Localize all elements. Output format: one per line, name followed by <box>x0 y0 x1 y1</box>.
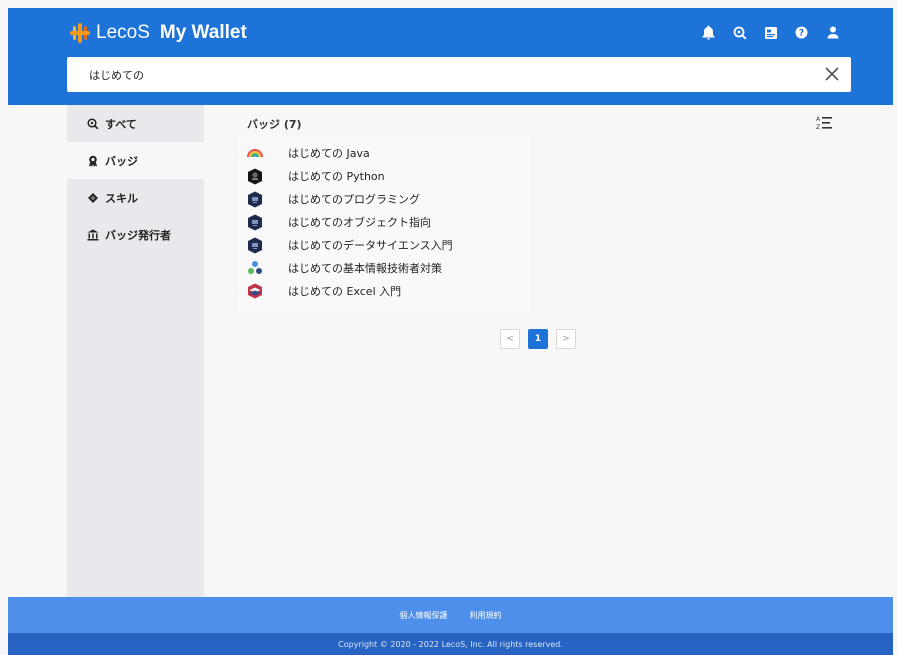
search-bar <box>67 57 851 92</box>
list-item[interactable]: はじめての Excel 入門 <box>246 280 401 302</box>
help-icon[interactable]: ? <box>793 24 810 41</box>
brand-name: LecoS <box>96 22 150 43</box>
list-item[interactable]: はじめての Java <box>246 142 370 164</box>
footer-links: 個人情報保護 利用規約 <box>8 597 893 633</box>
badge-label: はじめてのプログラミング <box>288 193 420 206</box>
prev-page-button[interactable]: < <box>500 329 520 349</box>
sidebar: すべて バッジ スキル バッジ発行者 <box>67 105 204 597</box>
list-item[interactable]: はじめてのオブジェクト指向 <box>246 211 431 233</box>
svg-text:A: A <box>816 116 821 123</box>
bell-icon[interactable] <box>700 24 717 41</box>
app-title: My Wallet <box>159 22 247 43</box>
badge-label: はじめての基本情報技術者対策 <box>288 262 442 275</box>
sidebar-item-issuers[interactable]: バッジ発行者 <box>67 216 204 253</box>
user-icon[interactable] <box>824 24 841 41</box>
list-item[interactable]: はじめての Python <box>246 165 385 187</box>
search-input[interactable] <box>89 57 789 92</box>
footer-copyright: Copyright © 2020 - 2022 LecoS, Inc. All … <box>8 633 893 655</box>
badge-label: はじめてのデータサイエンス入門 <box>288 239 453 252</box>
privacy-link[interactable]: 個人情報保護 <box>400 610 448 621</box>
python-badge-icon <box>246 168 263 185</box>
search-icon <box>87 117 99 129</box>
badge-label: はじめての Python <box>288 170 385 183</box>
logo[interactable]: LecoS My Wallet <box>70 22 247 44</box>
sidebar-item-label: バッジ発行者 <box>105 228 171 242</box>
svg-text:Z: Z <box>816 124 820 131</box>
svg-text:?: ? <box>799 29 804 39</box>
navy-badge-icon <box>246 191 263 208</box>
sidebar-item-badges[interactable]: バッジ <box>67 142 204 179</box>
sidebar-item-all[interactable]: すべて <box>67 105 204 142</box>
sort-icon[interactable]: AZ <box>816 115 834 131</box>
people-icon <box>246 260 263 277</box>
sidebar-item-label: すべて <box>105 117 137 131</box>
layered-shield-icon <box>246 283 263 300</box>
list-item[interactable]: はじめてのプログラミング <box>246 188 420 210</box>
next-page-button[interactable]: > <box>556 329 576 349</box>
bank-icon <box>87 229 99 240</box>
rainbow-icon <box>246 145 263 162</box>
id-card-icon[interactable] <box>762 24 779 41</box>
search-circle-icon[interactable] <box>731 24 748 41</box>
lecos-logo-icon <box>70 23 90 43</box>
diamond-icon <box>88 192 98 203</box>
header-toolbar: ? <box>700 24 841 41</box>
list-item[interactable]: はじめての基本情報技術者対策 <box>246 257 442 279</box>
badge-label: はじめての Java <box>288 147 370 160</box>
sidebar-item-skills[interactable]: スキル <box>67 179 204 216</box>
navy-badge-icon <box>246 214 263 231</box>
badge-list: はじめての Java はじめての Python はじめてのプログラミング はじめ… <box>238 137 530 313</box>
app-header: LecoS My Wallet ? <box>8 8 893 105</box>
sidebar-item-label: スキル <box>105 191 138 205</box>
close-icon[interactable] <box>823 65 841 83</box>
pagination: < 1 > <box>500 329 576 349</box>
badge-icon <box>89 155 97 167</box>
sidebar-item-label: バッジ <box>105 154 138 168</box>
terms-link[interactable]: 利用規約 <box>470 610 502 621</box>
navy-badge-icon <box>246 237 263 254</box>
badge-label: はじめてのオブジェクト指向 <box>288 216 431 229</box>
badge-label: はじめての Excel 入門 <box>288 285 402 298</box>
list-item[interactable]: はじめてのデータサイエンス入門 <box>246 234 453 256</box>
section-title: バッジ (7) <box>247 118 302 131</box>
page-1-button[interactable]: 1 <box>528 329 548 349</box>
copyright-text: Copyright © 2020 - 2022 LecoS, Inc. All … <box>338 639 563 649</box>
main-content: バッジ (7) AZ はじめての Java はじめての Python はじめての… <box>204 105 893 597</box>
